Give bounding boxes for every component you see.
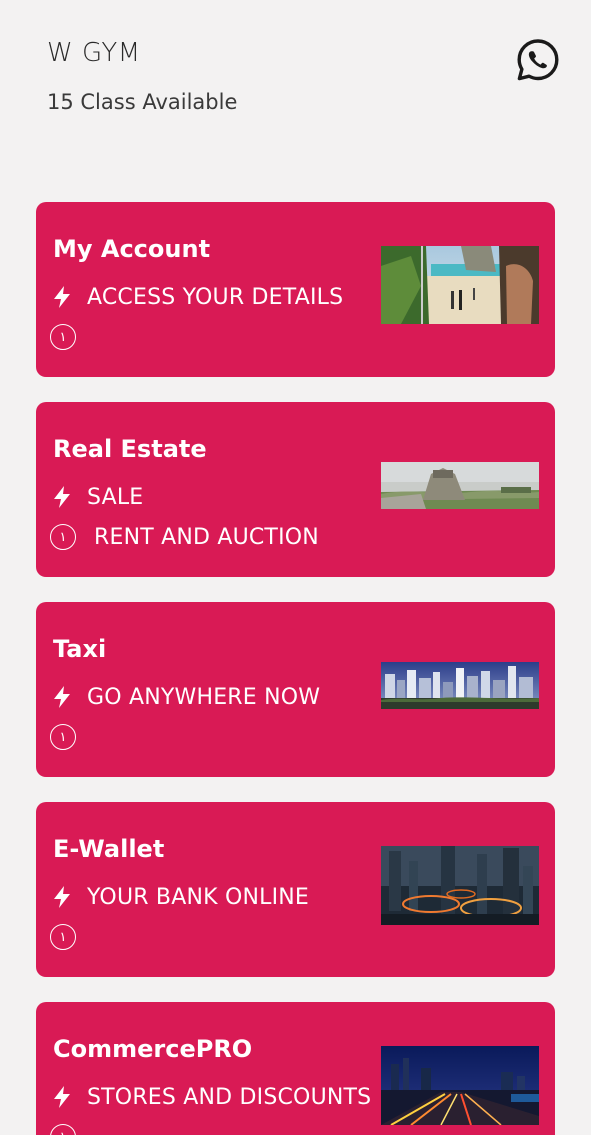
card-feature-row: GO ANYWHERE NOW bbox=[50, 682, 320, 712]
number-badge: ١ bbox=[50, 524, 76, 550]
card-commercepro[interactable]: CommercePRO STORES AND DISCOUNTS ١ bbox=[36, 1002, 555, 1135]
card-badge-row: ١ bbox=[50, 322, 76, 352]
card-title: Taxi bbox=[53, 635, 107, 663]
lightning-icon bbox=[54, 1086, 70, 1108]
futuristic-city-photo bbox=[381, 846, 539, 925]
card-feature-row: SALE bbox=[50, 482, 143, 512]
card-feature-row: STORES AND DISCOUNTS bbox=[50, 1082, 371, 1112]
beach-photo bbox=[381, 246, 539, 324]
city-skyline-photo bbox=[381, 662, 539, 709]
card-feature-row: YOUR BANK ONLINE bbox=[50, 882, 309, 912]
card-title: CommercePRO bbox=[53, 1035, 253, 1063]
card-feature-text: ACCESS YOUR DETAILS bbox=[87, 284, 344, 310]
card-title: My Account bbox=[53, 235, 211, 263]
whatsapp-icon[interactable] bbox=[515, 37, 561, 83]
card-feature-text: YOUR BANK ONLINE bbox=[87, 884, 310, 910]
card-feature-text: GO ANYWHERE NOW bbox=[87, 684, 321, 710]
number-badge: ١ bbox=[50, 1124, 76, 1135]
lightning-icon bbox=[54, 286, 70, 308]
card-badge-row: ١ bbox=[50, 1122, 76, 1135]
app-screen: W GYM 15 Class Available My Account ACCE… bbox=[0, 0, 591, 1135]
lightning-icon bbox=[54, 886, 70, 908]
lightning-icon bbox=[54, 486, 70, 508]
card-badge-row: ١ bbox=[50, 922, 76, 952]
classes-available-text: 15 Class Available bbox=[47, 90, 238, 114]
card-taxi[interactable]: Taxi GO ANYWHERE NOW ١ bbox=[36, 602, 555, 777]
card-feature-text: SALE bbox=[87, 484, 144, 510]
number-badge: ١ bbox=[50, 324, 76, 350]
card-real-estate[interactable]: Real Estate SALE ١ RENT AND AUCTION bbox=[36, 402, 555, 577]
night-highway-photo bbox=[381, 1046, 539, 1125]
number-badge: ١ bbox=[50, 724, 76, 750]
card-feature-row: ACCESS YOUR DETAILS bbox=[50, 282, 343, 312]
card-my-account[interactable]: My Account ACCESS YOUR DETAILS ١ bbox=[36, 202, 555, 377]
ruins-photo bbox=[381, 462, 539, 509]
card-badge-row: ١ RENT AND AUCTION bbox=[50, 522, 319, 552]
card-e-wallet[interactable]: E-Wallet YOUR BANK ONLINE ١ bbox=[36, 802, 555, 977]
number-badge: ١ bbox=[50, 924, 76, 950]
card-secondary-text: RENT AND AUCTION bbox=[94, 524, 319, 550]
card-title: E-Wallet bbox=[53, 835, 165, 863]
lightning-icon bbox=[54, 686, 70, 708]
page-title: W GYM bbox=[47, 38, 141, 68]
card-badge-row: ١ bbox=[50, 722, 76, 752]
card-title: Real Estate bbox=[53, 435, 207, 463]
card-feature-text: STORES AND DISCOUNTS bbox=[87, 1084, 372, 1110]
